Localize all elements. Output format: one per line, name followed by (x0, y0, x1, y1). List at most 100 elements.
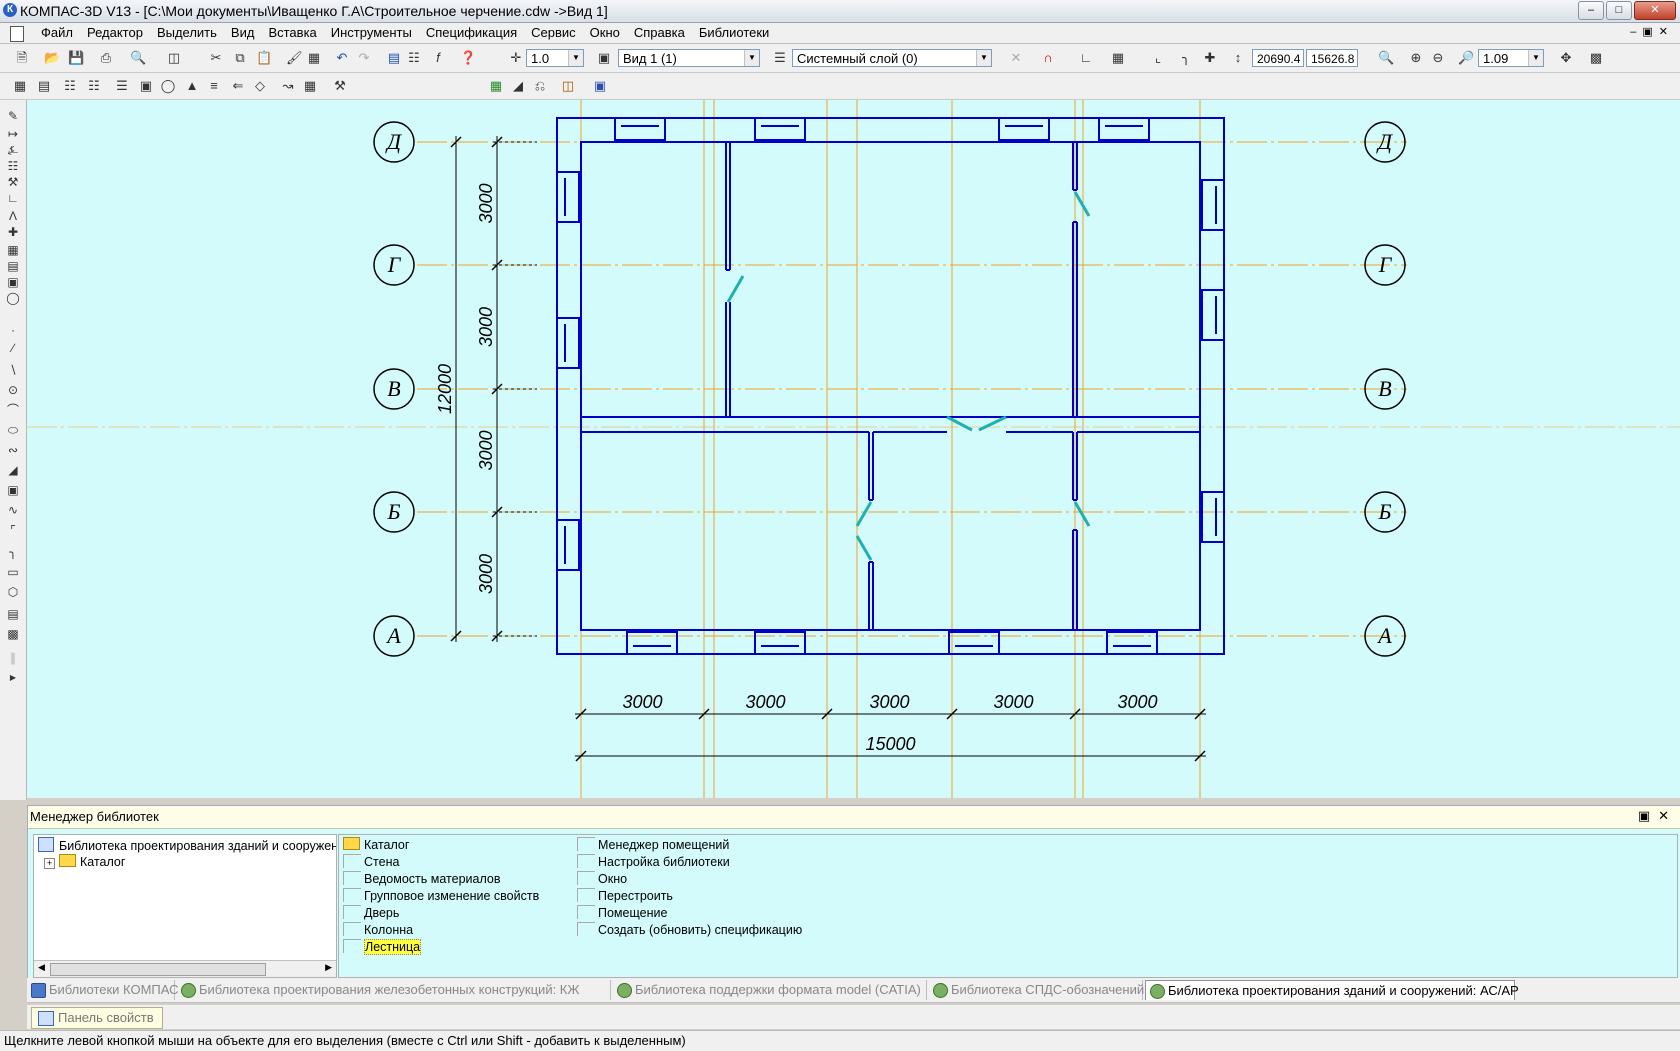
partition-upper-left[interactable] (725, 142, 731, 417)
menu-service[interactable]: Сервис (524, 25, 583, 41)
windows-top[interactable] (614, 118, 1150, 141)
spec-icon[interactable]: ▦ (488, 78, 504, 94)
arc-icon[interactable]: ⌒ (5, 402, 21, 418)
menu-view[interactable]: Вид (224, 25, 262, 41)
menu-tools[interactable]: Инструменты (324, 25, 419, 41)
book-icon[interactable]: ◫ (560, 78, 576, 94)
chevron-down-icon[interactable]: ▼ (976, 50, 991, 66)
list-item[interactable]: Дверь (343, 905, 399, 921)
partition-lower-left[interactable] (868, 432, 874, 630)
contour-icon[interactable]: ▣ (5, 482, 21, 498)
geometry-icon[interactable]: ✎ (5, 108, 21, 124)
window-element-icon[interactable]: ▣ (138, 78, 154, 94)
chevron-down-icon[interactable]: ▼ (1528, 50, 1543, 66)
property-panel-button[interactable]: Панель свойств (31, 1007, 163, 1029)
menu-editor[interactable]: Редактор (80, 25, 150, 41)
list-item[interactable]: Групповое изменение свойств (343, 888, 539, 904)
format-brush-icon[interactable]: 🖌 (286, 50, 303, 66)
menu-specification[interactable]: Спецификация (419, 25, 524, 41)
chamfer-icon[interactable]: ⌜ (5, 522, 21, 538)
insert-panel-icon[interactable]: ▣ (5, 274, 21, 290)
menu-window[interactable]: Окно (583, 25, 627, 41)
list-item[interactable]: Настройка библиотеки (577, 854, 730, 870)
spec-panel-icon[interactable]: ▦ (5, 242, 21, 258)
chevron-down-icon[interactable]: ▼ (568, 50, 583, 66)
copy-icon[interactable]: ⧉ (232, 50, 248, 66)
function-icon[interactable]: f (430, 50, 446, 66)
spds-icon[interactable]: ◯ (5, 290, 21, 306)
expand-arrow-icon[interactable]: ▶ (5, 670, 21, 686)
tab-spds-library[interactable]: Библиотека СПДС-обозначений (929, 980, 1144, 1000)
magnet-icon[interactable]: ∩ (1040, 50, 1056, 66)
list-item[interactable]: Колонна (343, 922, 413, 938)
undo-icon[interactable]: ↶ (334, 50, 350, 66)
grid-params-icon[interactable]: ▦ (12, 78, 28, 94)
tab-catia-library[interactable]: Библиотека поддержки формата model (CATI… (613, 980, 927, 1000)
selection-icon[interactable]: Λ (5, 208, 21, 224)
redo-icon[interactable]: ↷ (356, 50, 372, 66)
scrollbar-thumb[interactable] (50, 963, 266, 976)
room-icon[interactable]: ◇ (252, 78, 268, 94)
ellipse-icon[interactable]: ⬭ (5, 422, 21, 438)
circle-icon[interactable]: ⊙ (5, 382, 21, 398)
paste-icon[interactable]: 📋 (256, 50, 272, 66)
zoom-field[interactable]: 1.09 ▼ (1478, 49, 1544, 67)
hatch-tool-icon[interactable]: ▤ (5, 606, 21, 622)
tree-icon[interactable]: ▤ (386, 50, 402, 66)
polyline-icon[interactable]: ◢ (5, 462, 21, 478)
minimize-icon[interactable]: – (1578, 1, 1604, 20)
ortho-icon[interactable]: ∟ (1078, 50, 1094, 66)
segment-icon[interactable]: ∖ (5, 362, 21, 378)
list-item[interactable]: Окно (577, 871, 627, 887)
point-icon[interactable]: · (5, 322, 21, 338)
mdi-controls[interactable]: –▣✕ (1630, 25, 1674, 38)
properties-icon[interactable]: ▦ (306, 50, 322, 66)
tab-as-ar-library[interactable]: Библиотека проектирования зданий и соору… (1145, 980, 1519, 1000)
drawing-canvas[interactable]: 3000 3000 3000 3000 12000 3000 3000 3000 3000 300… (27, 100, 1680, 798)
document-icon[interactable] (10, 26, 24, 42)
grid-icon[interactable]: ▦ (1110, 50, 1126, 66)
column-icon[interactable]: ≡ (206, 78, 222, 94)
windows-bottom[interactable] (626, 631, 1158, 654)
tools-icon[interactable]: ⚒ (332, 78, 348, 94)
view-icon[interactable]: ▣ (596, 50, 612, 66)
close-icon[interactable]: ✕ (1634, 1, 1676, 20)
report-panel-icon[interactable]: ▤ (5, 258, 21, 274)
cut-icon[interactable]: ✂ (208, 50, 224, 66)
layer-select[interactable]: Системный слой (0) ▼ (792, 49, 992, 67)
notation-icon[interactable]: ⍼ (5, 142, 21, 158)
menu-help[interactable]: Справка (627, 25, 692, 41)
axes-edit-icon[interactable]: ☷ (86, 78, 102, 94)
tree-scrollbar[interactable]: ◀ ▶ (34, 960, 336, 977)
list-item[interactable]: Создать (обновить) спецификацию (577, 922, 802, 938)
snap-off-icon[interactable]: ✕ (1008, 50, 1024, 66)
bezier-icon[interactable]: ∿ (5, 502, 21, 518)
tree-root-item[interactable]: Библиотека проектирования зданий и соору… (38, 837, 336, 853)
list-item[interactable]: Менеджер помещений (577, 837, 729, 853)
menu-select[interactable]: Выделить (150, 25, 224, 41)
measure-icon[interactable]: ∟ (5, 190, 21, 206)
list-item[interactable]: Помещение (577, 905, 667, 921)
rectangle-icon[interactable]: ▭ (5, 564, 21, 580)
editing-icon[interactable]: ☷ (5, 158, 21, 174)
list-item[interactable]: Ведомость материалов (343, 871, 501, 887)
equidistant-icon[interactable]: ∥ (5, 650, 21, 666)
wall-icon[interactable]: ☰ (114, 78, 130, 94)
open-file-icon[interactable]: 📂 (44, 50, 60, 66)
scale-field[interactable]: 1.0 ▼ (526, 49, 584, 67)
associative-views-icon[interactable]: ✚ (5, 224, 21, 240)
library-icon[interactable]: ▣ (592, 78, 608, 94)
windows-right[interactable] (1201, 179, 1224, 543)
expand-icon[interactable]: + (44, 858, 55, 869)
tab-kzh-library[interactable]: Библиотека проектирования железобетонных… (177, 980, 611, 1000)
coord-x-field[interactable]: 20690.4 (1252, 49, 1304, 67)
partition-horizontal[interactable] (581, 416, 1200, 433)
tab-kompas-libraries[interactable]: Библиотеки КОМПАС (27, 980, 179, 1000)
save-icon[interactable]: 💾 (68, 50, 84, 66)
spline-icon[interactable]: ∾ (5, 442, 21, 458)
menu-insert[interactable]: Вставка (261, 25, 323, 41)
stamp-icon[interactable]: ⎌ (532, 78, 548, 94)
zoom-window-icon[interactable]: 🔍 (1378, 50, 1394, 66)
view-select[interactable]: Вид 1 (1) ▼ (618, 49, 760, 67)
inner-wall[interactable] (580, 141, 1201, 631)
